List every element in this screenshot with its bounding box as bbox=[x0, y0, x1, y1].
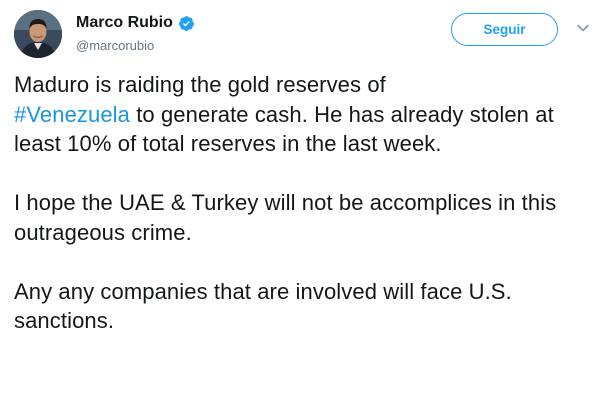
hashtag-link[interactable]: #Venezuela bbox=[14, 102, 130, 127]
tweet-card: Marco Rubio @marcorubio Seguir Maduro is… bbox=[0, 0, 600, 400]
verified-badge-icon bbox=[178, 15, 195, 32]
tweet-header: Marco Rubio @marcorubio Seguir bbox=[14, 10, 590, 58]
user-handle[interactable]: @marcorubio bbox=[76, 38, 195, 53]
tweet-paragraph-2: I hope the UAE & Turkey will not be acco… bbox=[14, 190, 557, 245]
name-row: Marco Rubio bbox=[76, 13, 195, 33]
tweet-paragraph-3: Any any companies that are involved will… bbox=[14, 278, 512, 334]
tweet-text-p1-before: Maduro is raiding the gold reserves of bbox=[14, 72, 386, 97]
follow-button[interactable]: Seguir bbox=[451, 13, 558, 46]
tweet-text: Maduro is raiding the gold reserves of #V… bbox=[14, 70, 590, 336]
display-name[interactable]: Marco Rubio bbox=[76, 14, 173, 32]
avatar[interactable] bbox=[14, 10, 62, 58]
chevron-down-icon[interactable] bbox=[576, 21, 590, 35]
user-info: Marco Rubio @marcorubio bbox=[76, 13, 195, 53]
tweet-paragraph-1: Maduro is raiding the gold reserves of #V… bbox=[14, 70, 590, 159]
